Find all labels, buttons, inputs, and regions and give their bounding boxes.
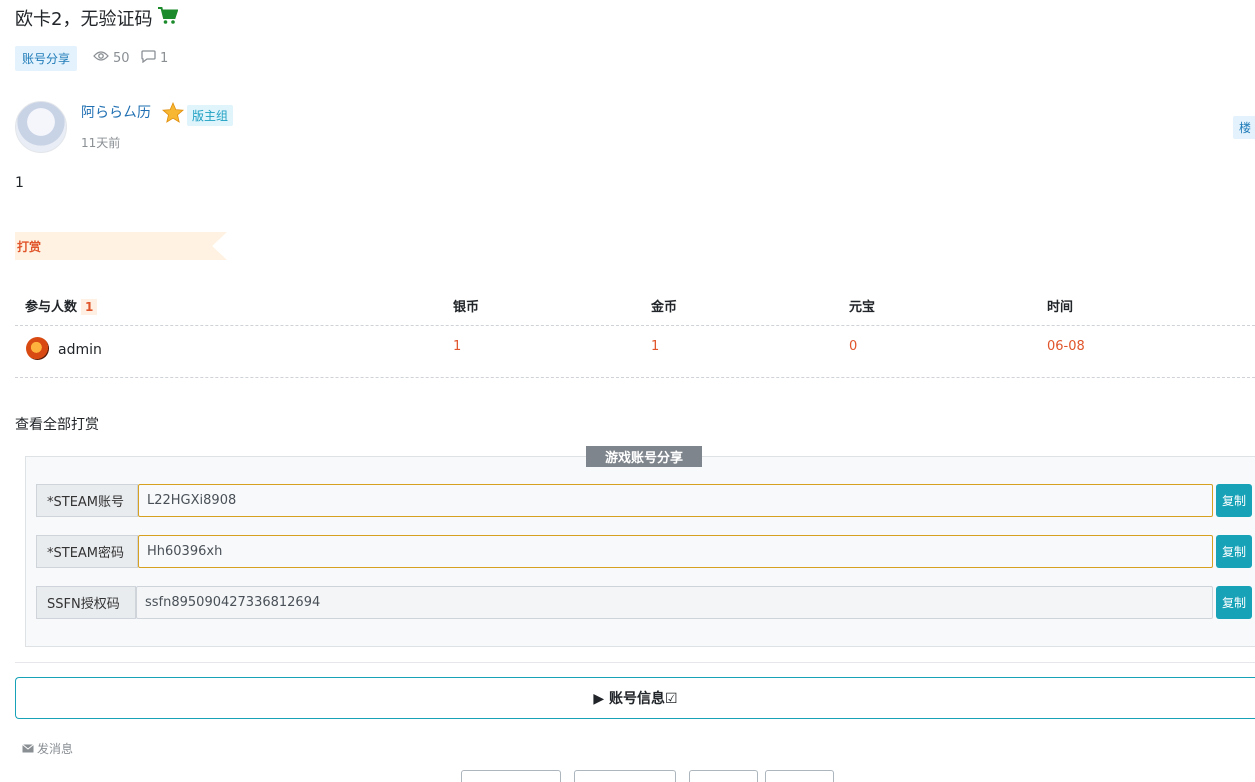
copy-ssfn-button[interactable]: 复制	[1216, 586, 1252, 619]
steam-password-label: *STEAM密码	[36, 535, 138, 568]
footer-button[interactable]	[765, 770, 834, 782]
account-share-legend: 游戏账号分享	[586, 446, 702, 467]
author-role: 版主组	[162, 101, 234, 128]
reward-ribbon	[15, 232, 227, 260]
table-divider	[15, 325, 1255, 326]
cart-icon[interactable]	[158, 6, 179, 30]
author-name[interactable]: 阿ららㄙ历	[81, 102, 151, 122]
account-info-label: ▶ 账号信息☑	[593, 691, 678, 707]
reward-gold: 1	[651, 339, 660, 354]
steam-account-input[interactable]: L22HGXi8908	[138, 484, 1213, 517]
post-title: 欧卡2，无验证码	[15, 5, 179, 31]
author-avatar[interactable]	[15, 101, 67, 153]
steam-account-label: *STEAM账号	[36, 484, 138, 517]
section-divider	[15, 662, 1255, 663]
account-info-toggle[interactable]: ▶ 账号信息☑	[15, 677, 1255, 719]
reward-silver: 1	[453, 339, 462, 354]
header-silver: 银币	[453, 300, 480, 315]
steam-password-input[interactable]: Hh60396xh	[138, 535, 1213, 568]
footer-button[interactable]	[689, 770, 758, 782]
comment-count: 1	[160, 51, 169, 66]
post-title-text: 欧卡2，无验证码	[15, 9, 153, 30]
post-time: 11天前	[81, 136, 121, 150]
send-message-label: 发消息	[37, 742, 74, 756]
header-participants-label: 参与人数	[25, 300, 78, 315]
footer-button[interactable]	[461, 770, 561, 782]
comments-meta: 1	[141, 50, 168, 67]
envelope-icon	[22, 742, 34, 756]
comment-icon	[141, 50, 156, 67]
header-gold: 金币	[651, 300, 678, 315]
category-badge[interactable]: 账号分享	[15, 46, 78, 71]
footer-button[interactable]	[574, 770, 676, 782]
reward-label: 打赏	[17, 240, 42, 254]
view-count: 50	[113, 50, 130, 66]
user-avatar[interactable]	[26, 337, 49, 360]
participants-count: 1	[81, 299, 98, 315]
copy-password-button[interactable]: 复制	[1216, 535, 1252, 568]
header-time: 时间	[1047, 300, 1074, 315]
post-content: 1	[15, 175, 24, 191]
star-icon	[162, 101, 184, 128]
table-divider-bottom	[15, 377, 1255, 378]
reward-ingot: 0	[849, 339, 858, 354]
eye-icon	[93, 50, 109, 66]
floor-badge[interactable]: 楼	[1233, 116, 1255, 139]
role-label: 版主组	[187, 104, 234, 126]
send-message-link[interactable]: 发消息	[22, 740, 73, 757]
views-meta: 50	[93, 50, 130, 66]
header-participants: 参与人数 1	[25, 296, 98, 315]
reward-user[interactable]: admin	[58, 342, 102, 358]
header-ingot: 元宝	[849, 300, 876, 315]
ssfn-label: SSFN授权码	[36, 586, 136, 619]
view-all-rewards-link[interactable]: 查看全部打赏	[15, 414, 99, 434]
reward-time: 06-08	[1047, 339, 1085, 354]
copy-account-button[interactable]: 复制	[1216, 484, 1252, 517]
ssfn-input[interactable]: ssfn895090427336812694	[136, 586, 1213, 619]
